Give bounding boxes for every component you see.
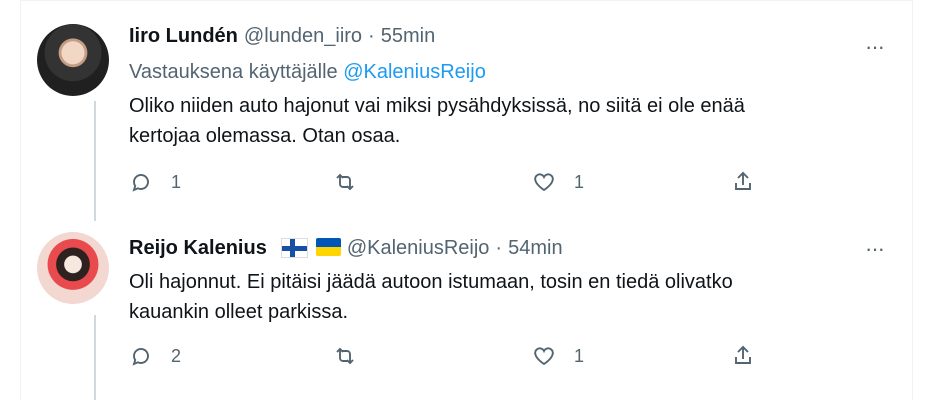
reply-button[interactable]: 2 (129, 344, 181, 368)
author-name[interactable]: Reijo Kalenius (129, 237, 267, 260)
share-button[interactable] (731, 344, 755, 368)
tweet-text: Oli hajonnut. Ei pitäisi jäädä autoon is… (129, 271, 733, 323)
reply-count: 2 (171, 345, 182, 366)
tweet-time[interactable]: 55min (381, 25, 435, 48)
tweet-text: Oliko niiden auto hajonut vai miksi pysä… (129, 95, 745, 147)
reply-icon (132, 348, 149, 366)
avatar[interactable] (37, 24, 109, 96)
reply-icon (132, 174, 149, 192)
tweet-reijo-kalenius[interactable]: ··· Reijo Kalenius @KaleniusReijo · 54mi… (21, 222, 912, 400)
author-name[interactable]: Iiro Lundén (129, 25, 238, 48)
tweet-time[interactable]: 54min (508, 237, 562, 260)
thread-connector-line (94, 101, 96, 221)
avatar[interactable] (37, 232, 109, 304)
reply-count: 1 (171, 171, 182, 192)
header-separator: · (368, 24, 375, 47)
tweet-header: Reijo Kalenius @KaleniusReijo · 54min (129, 236, 563, 260)
like-count: 1 (574, 345, 585, 366)
timeline-right-border (912, 0, 913, 400)
profile-flags (280, 238, 341, 258)
tweet-iiro-lunden[interactable]: ··· Iiro Lundén @lunden_iiro · 55min Vas… (21, 0, 912, 222)
retweet-icon (336, 173, 354, 191)
tweet-actions: 1 1 (129, 170, 789, 200)
author-handle[interactable]: @KaleniusReijo (347, 237, 490, 260)
thread-connector-line (94, 315, 96, 400)
reply-button[interactable]: 1 (129, 170, 181, 194)
finland-flag-icon (280, 238, 308, 258)
heart-icon (534, 347, 554, 366)
like-button[interactable]: 1 (532, 344, 584, 368)
retweet-button[interactable] (333, 170, 375, 194)
header-separator: · (495, 236, 503, 259)
ukraine-flag-icon (315, 238, 341, 256)
share-icon (735, 171, 751, 190)
heart-icon (534, 173, 554, 192)
author-handle[interactable]: @lunden_iiro (244, 25, 362, 48)
tweet-header: Iiro Lundén @lunden_iiro · 55min (129, 24, 435, 48)
tweet-actions: 2 1 (129, 344, 789, 374)
share-icon (735, 345, 751, 364)
retweet-button[interactable] (333, 344, 375, 368)
tweet-content: Iiro Lundén @lunden_iiro · 55min Vastauk… (129, 24, 882, 164)
tweet-content: Reijo Kalenius @KaleniusReijo · 54min Ol… (129, 236, 882, 336)
share-button[interactable] (731, 170, 755, 194)
like-count: 1 (574, 171, 585, 192)
reply-prefix: Vastauksena käyttäjälle (129, 61, 338, 83)
retweet-icon (336, 347, 354, 365)
reply-handle-link[interactable]: @KaleniusReijo (343, 61, 486, 83)
like-button[interactable]: 1 (532, 170, 584, 194)
reply-context: Vastauksena käyttäjälle @KaleniusReijo (129, 61, 486, 84)
